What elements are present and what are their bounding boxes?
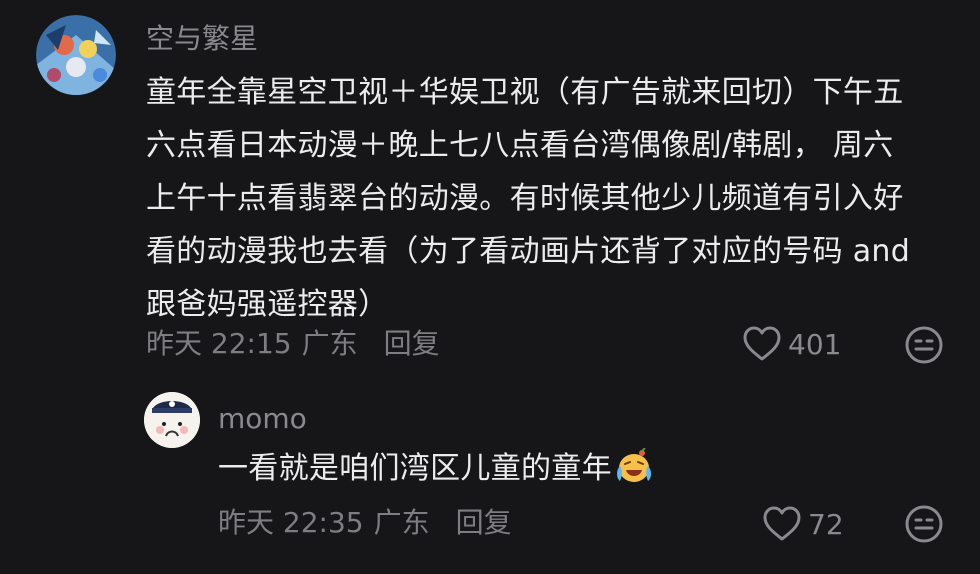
comment-text-line: 看的动漫我也去看（为了看动画片还背了对应的号码 and — [146, 234, 911, 269]
avatar[interactable] — [36, 15, 116, 95]
smiley-face-icon — [905, 505, 943, 543]
comment-meta: 昨天 22:35 广东 回复 — [218, 506, 512, 540]
comment-text: 一看就是咱们湾区儿童的童年 — [218, 442, 938, 501]
comment-location: 广东 — [301, 327, 358, 360]
emoji-reaction-button[interactable] — [904, 504, 944, 548]
comment-location: 广东 — [373, 506, 430, 539]
reply-comment-item: momo 一看就是咱们湾区儿童的童年 昨天 22:35 广东 回复 72 — [0, 380, 980, 574]
comment-username[interactable]: momo — [218, 402, 307, 436]
like-count: 72 — [808, 507, 844, 541]
comment-text-line: 六点看日本动漫＋晚上七八点看台湾偶像剧/韩剧， 周六 — [146, 128, 894, 163]
comment-text: 童年全靠星空卫视＋华娱卫视（有广告就来回切）下午五 六点看日本动漫＋晚上七八点看… — [146, 66, 956, 331]
comment-time: 昨天 22:15 — [146, 327, 292, 360]
heart-outline-icon — [763, 506, 801, 541]
reply-button[interactable]: 回复 — [384, 327, 440, 361]
crying-laughing-emoji-icon — [614, 447, 654, 501]
like-button[interactable]: 72 — [762, 505, 844, 543]
heart-outline-icon — [743, 326, 781, 361]
comment-meta: 昨天 22:15 广东 回复 — [146, 327, 440, 361]
comment-item: 空与繁星 童年全靠星空卫视＋华娱卫视（有广告就来回切）下午五 六点看日本动漫＋晚… — [0, 0, 980, 380]
emoji-reaction-button[interactable] — [904, 325, 944, 369]
reply-button[interactable]: 回复 — [456, 506, 512, 540]
comment-username[interactable]: 空与繁星 — [146, 22, 258, 56]
comment-text-line: 上午十点看翡翠台的动漫。有时候其他少儿频道有引入好 — [146, 181, 904, 216]
comment-text-line: 童年全靠星空卫视＋华娱卫视（有广告就来回切）下午五 — [146, 75, 904, 110]
like-count: 401 — [788, 327, 842, 361]
comment-time: 昨天 22:35 — [218, 506, 364, 539]
comment-text-line: 一看就是咱们湾区儿童的童年 — [218, 451, 612, 486]
like-button[interactable]: 401 — [742, 325, 841, 363]
comment-text-line: 跟爸妈强遥控器） — [146, 287, 389, 322]
avatar[interactable] — [144, 392, 200, 448]
smiley-face-icon — [905, 326, 943, 364]
